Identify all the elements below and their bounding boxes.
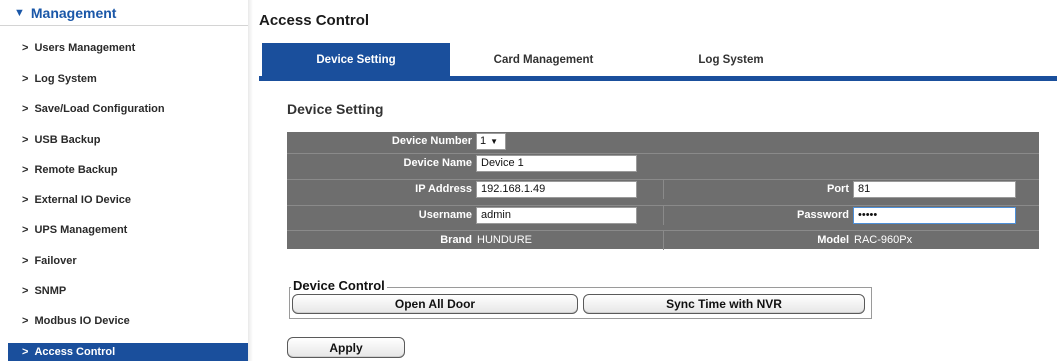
brand-value: HUNDURE	[477, 234, 532, 246]
sidebar-heading[interactable]: ▼ Management	[0, 0, 252, 26]
apply-button[interactable]: Apply	[287, 337, 405, 358]
chevron-right-icon: >	[22, 346, 29, 358]
device-number-select[interactable]: 1 ▼	[476, 133, 506, 150]
sidebar: ▼ Management > Users Management > Log Sy…	[0, 0, 253, 361]
device-name-input[interactable]: Device 1	[476, 155, 637, 172]
row-brand-model: Brand HUNDURE Model RAC-960Px	[287, 230, 1039, 250]
sidebar-item-snmp[interactable]: > SNMP	[8, 283, 248, 299]
device-name-label: Device Name	[403, 157, 473, 169]
device-number-value: 1	[480, 135, 487, 147]
model-value: RAC-960Px	[854, 234, 913, 246]
username-label: Username	[418, 209, 472, 221]
model-label: Model	[817, 234, 849, 246]
port-label: Port	[827, 183, 849, 195]
username-input[interactable]: admin	[476, 207, 637, 224]
row-device-number: Device Number 1 ▼	[287, 132, 1039, 151]
sidebar-divider	[248, 0, 253, 361]
chevron-right-icon: >	[22, 224, 29, 236]
brand-label: Brand	[440, 234, 472, 246]
sidebar-item-remote-backup[interactable]: > Remote Backup	[8, 162, 248, 178]
section-title: Device Setting	[287, 101, 384, 117]
sidebar-item-label: USB Backup	[34, 134, 101, 146]
sidebar-item-label: Users Management	[34, 42, 136, 54]
chevron-right-icon: >	[22, 42, 29, 54]
open-all-door-button[interactable]: Open All Door	[292, 294, 578, 314]
sidebar-item-label: Failover	[34, 255, 77, 267]
sidebar-item-label: External IO Device	[34, 194, 132, 206]
sidebar-item-ups-management[interactable]: > UPS Management	[8, 222, 248, 238]
ip-address-label: IP Address	[415, 183, 472, 195]
row-device-name: Device Name Device 1	[287, 153, 1039, 172]
port-input[interactable]: 81	[853, 181, 1016, 198]
row-username-password: Username admin Password •••••	[287, 205, 1039, 225]
password-input[interactable]: •••••	[853, 207, 1016, 224]
page-title: Access Control	[259, 12, 370, 29]
chevron-right-icon: >	[22, 315, 29, 327]
sync-time-nvr-button[interactable]: Sync Time with NVR	[583, 294, 865, 314]
password-label: Password	[797, 209, 849, 221]
chevron-right-icon: >	[22, 285, 29, 297]
chevron-right-icon: >	[22, 103, 29, 115]
chevron-right-icon: >	[22, 164, 29, 176]
tab-bar: Device Setting Card Management Log Syste…	[259, 43, 1057, 81]
sidebar-item-label: SNMP	[34, 285, 67, 297]
sidebar-item-log-system[interactable]: > Log System	[8, 71, 248, 87]
sidebar-item-label: Save/Load Configuration	[34, 103, 165, 115]
sidebar-item-label: UPS Management	[34, 224, 128, 236]
tab-card-management[interactable]: Card Management	[450, 43, 637, 76]
tab-log-system[interactable]: Log System	[637, 43, 825, 76]
sidebar-item-usb-backup[interactable]: > USB Backup	[8, 132, 248, 148]
sidebar-item-failover[interactable]: > Failover	[8, 253, 248, 269]
sidebar-item-access-control[interactable]: > Access Control	[8, 343, 248, 361]
device-settings-table: Device Number 1 ▼ Device Name Device 1 I…	[287, 132, 1039, 250]
chevron-right-icon: >	[22, 73, 29, 85]
sidebar-item-label: Access Control	[34, 346, 116, 358]
chevron-right-icon: >	[22, 255, 29, 267]
sidebar-item-users-management[interactable]: > Users Management	[8, 40, 248, 56]
dropdown-arrow-icon: ▼	[490, 137, 499, 146]
device-control-legend: Device Control	[291, 278, 387, 293]
chevron-right-icon: >	[22, 194, 29, 206]
sidebar-item-external-io-device[interactable]: > External IO Device	[8, 192, 248, 208]
sidebar-item-modbus-io-device[interactable]: > Modbus IO Device	[8, 313, 248, 329]
sidebar-item-save-load-configuration[interactable]: > Save/Load Configuration	[8, 101, 248, 117]
row-ip-port: IP Address 192.168.1.49 Port 81	[287, 179, 1039, 199]
sidebar-heading-label: Management	[30, 4, 117, 21]
sidebar-item-label: Remote Backup	[34, 164, 118, 176]
ip-address-input[interactable]: 192.168.1.49	[476, 181, 637, 198]
tab-device-setting[interactable]: Device Setting	[262, 43, 450, 76]
sidebar-item-label: Modbus IO Device	[34, 315, 130, 327]
device-number-label: Device Number	[391, 135, 472, 147]
chevron-right-icon: >	[22, 134, 29, 146]
sidebar-item-label: Log System	[34, 73, 97, 85]
triangle-down-icon: ▼	[14, 6, 25, 19]
